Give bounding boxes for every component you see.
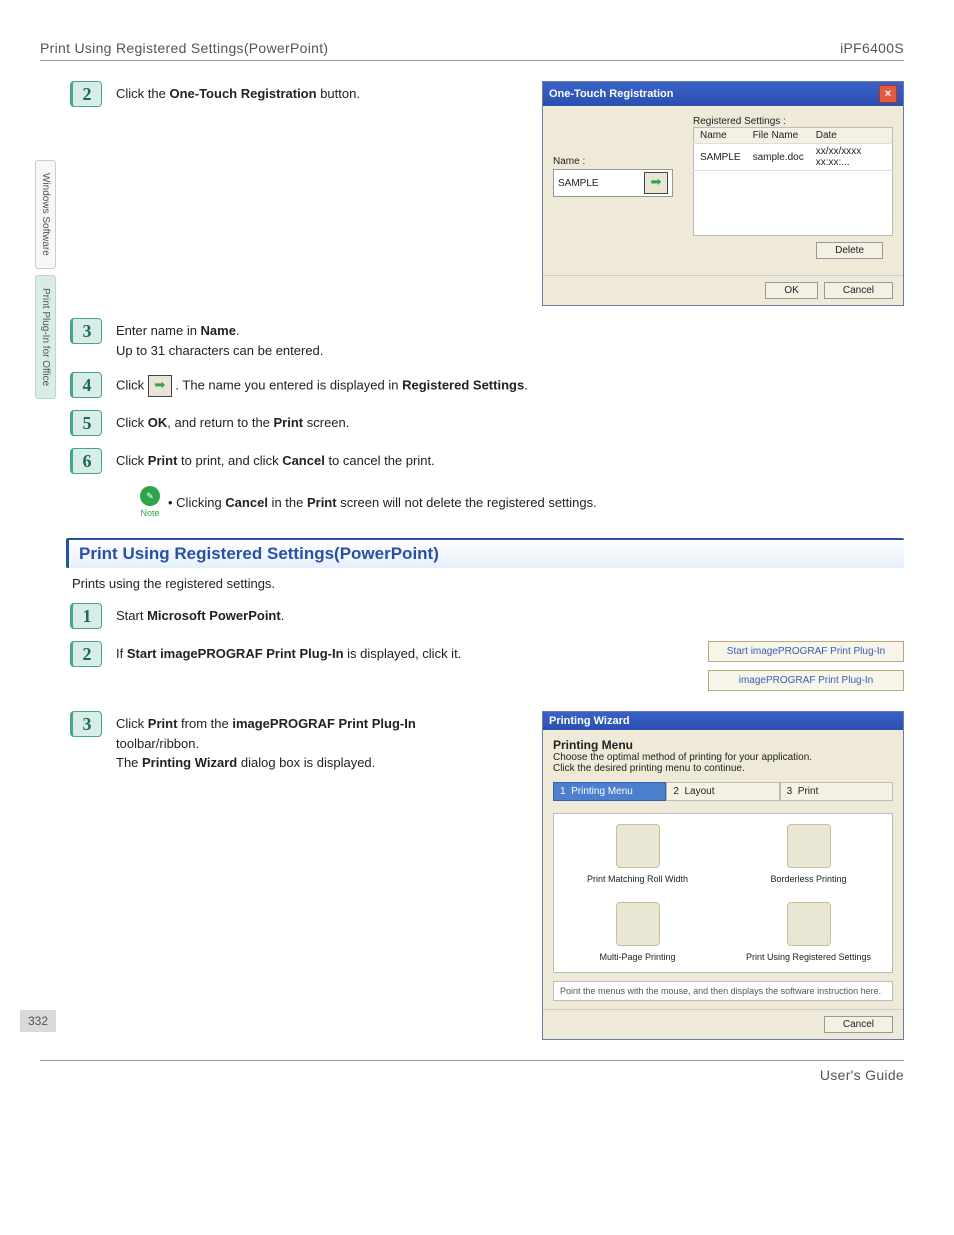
otr-dialog-title: One-Touch Registration: [549, 88, 673, 100]
step-badge-3a: 3: [70, 318, 102, 344]
pw-opt-borderless[interactable]: Borderless Printing: [743, 824, 874, 884]
pw-breadcrumb: 1 Printing Menu 2 Layout 3 Print: [553, 782, 893, 801]
printing-wizard-dialog: Printing Wizard Printing Menu Choose the…: [542, 711, 904, 1040]
pw-hint: Point the menus with the mouse, and then…: [553, 981, 893, 1001]
pw-step-2: 2 Layout: [666, 782, 779, 801]
step-2a-text: Click the One-Touch Registration button.: [116, 81, 528, 104]
step-badge-4a: 4: [70, 372, 102, 398]
pw-step-1: 1 Printing Menu: [553, 782, 666, 801]
step-badge-2a: 2: [70, 81, 102, 107]
step-badge-3b: 3: [70, 711, 102, 737]
ok-button[interactable]: OK: [765, 282, 817, 299]
otr-name-label: Name :: [553, 156, 673, 167]
page-number: 332: [20, 1010, 56, 1032]
page-header: Print Using Registered Settings(PowerPoi…: [40, 40, 904, 61]
cancel-button[interactable]: Cancel: [824, 282, 893, 299]
arrow-right-icon[interactable]: [148, 375, 172, 397]
close-icon[interactable]: ×: [879, 85, 897, 103]
step-3a-text: Enter name in Name. Up to 31 characters …: [116, 318, 904, 360]
step-5a-text: Click OK, and return to the Print screen…: [116, 410, 904, 433]
pw-opt-multipage[interactable]: Multi-Page Printing: [572, 902, 703, 962]
section-header: Print Using Registered Settings(PowerPoi…: [66, 538, 904, 568]
pw-menu-title: Printing Menu: [553, 738, 633, 752]
plugin-toolbar-label: imagePROGRAF Print Plug-In: [708, 670, 904, 691]
one-touch-registration-dialog: One-Touch Registration × Name : SAMPLE: [542, 81, 904, 306]
registered-settings-icon: [787, 902, 831, 946]
start-plugin-toolbar-button[interactable]: Start imagePROGRAF Print Plug-In: [708, 641, 904, 662]
step-badge-2b: 2: [70, 641, 102, 667]
arrow-right-icon[interactable]: [644, 172, 668, 194]
otr-col-name: Name: [694, 128, 747, 144]
section-desc: Prints using the registered settings.: [72, 576, 904, 591]
pw-step-3: 3 Print: [780, 782, 893, 801]
pw-desc2: Click the desired printing menu to conti…: [553, 763, 893, 774]
note-block: ✎ Note • Clicking Cancel in the Print sc…: [140, 486, 904, 518]
roll-width-icon: [616, 824, 660, 868]
otr-table: Name File Name Date SAMPLE sample.doc xx…: [693, 127, 893, 236]
pw-opt-registered[interactable]: Print Using Registered Settings: [743, 902, 874, 962]
step-6a-text: Click Print to print, and click Cancel t…: [116, 448, 904, 471]
otr-col-filename: File Name: [747, 128, 810, 144]
step-1b-text: Start Microsoft PowerPoint.: [116, 603, 904, 626]
pw-desc1: Choose the optimal method of printing fo…: [553, 752, 893, 763]
note-icon: ✎ Note: [140, 486, 160, 518]
otr-col-date: Date: [810, 128, 893, 144]
step-4a-text: Click . The name you entered is displaye…: [116, 372, 904, 397]
step-badge-5a: 5: [70, 410, 102, 436]
otr-name-input[interactable]: SAMPLE: [558, 178, 599, 189]
multipage-icon: [616, 902, 660, 946]
otr-registered-label: Registered Settings :: [693, 116, 893, 127]
borderless-icon: [787, 824, 831, 868]
pw-cancel-button[interactable]: Cancel: [824, 1016, 893, 1033]
header-left: Print Using Registered Settings(PowerPoi…: [40, 40, 328, 56]
step-badge-6a: 6: [70, 448, 102, 474]
step-2b-text: If Start imagePROGRAF Print Plug-In is d…: [116, 641, 694, 664]
delete-button[interactable]: Delete: [816, 242, 883, 259]
pw-opt-roll-width[interactable]: Print Matching Roll Width: [572, 824, 703, 884]
table-row[interactable]: SAMPLE sample.doc xx/xx/xxxx xx:xx:...: [694, 144, 893, 171]
step-3b-text: Click Print from the imagePROGRAF Print …: [116, 711, 476, 773]
side-tabs: Windows Software Print Plug-In for Offic…: [35, 160, 56, 399]
footer: User's Guide: [40, 1060, 904, 1083]
step-badge-1b: 1: [70, 603, 102, 629]
side-tab-print-plugin-office[interactable]: Print Plug-In for Office: [35, 275, 56, 399]
pw-dialog-title: Printing Wizard: [549, 715, 630, 727]
side-tab-windows-software[interactable]: Windows Software: [35, 160, 56, 269]
header-right: iPF6400S: [840, 40, 904, 56]
